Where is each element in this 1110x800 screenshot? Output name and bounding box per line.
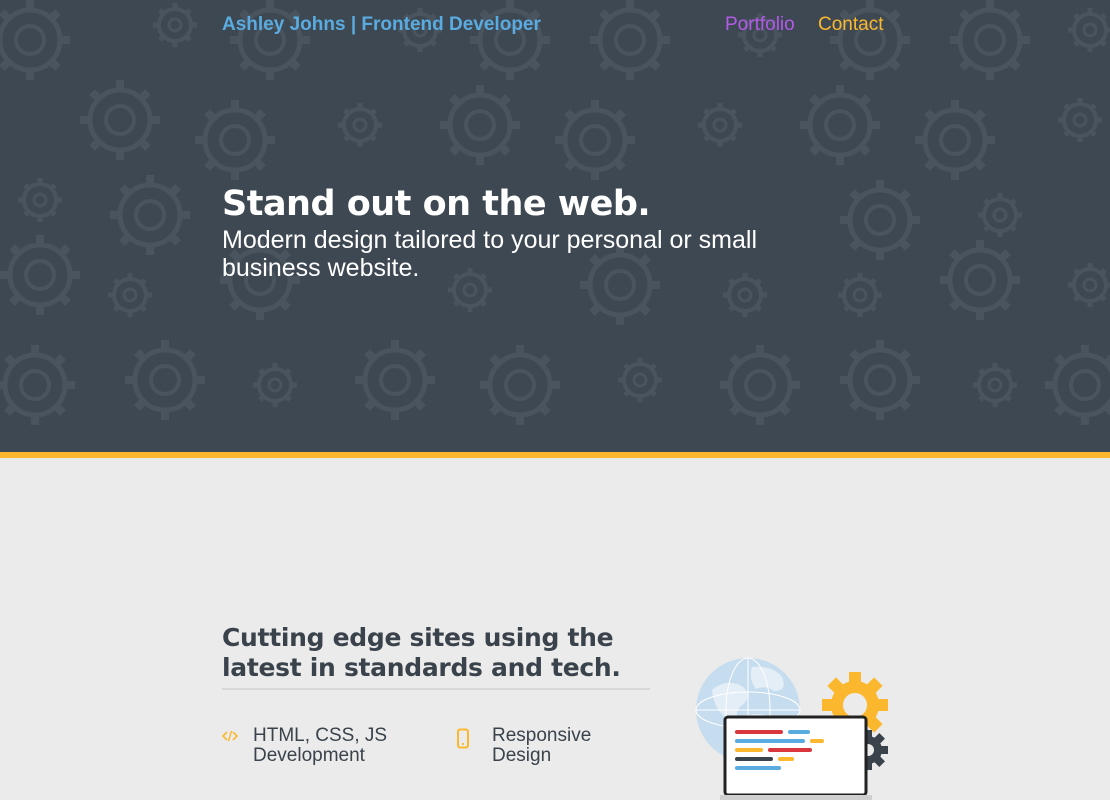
gear-pattern-icon xyxy=(18,178,62,222)
nav-portfolio-link[interactable]: Portfolio xyxy=(725,14,795,36)
gear-pattern-icon xyxy=(440,85,520,165)
gear-pattern-icon xyxy=(720,345,800,425)
mobile-icon xyxy=(457,728,469,749)
gear-pattern-icon xyxy=(800,85,880,165)
gear-pattern-icon xyxy=(950,0,1030,80)
gear-pattern-icon xyxy=(915,100,995,180)
gear-pattern-icon xyxy=(355,340,435,420)
gear-pattern-icon xyxy=(470,0,550,80)
gear-pattern-icon xyxy=(940,240,1020,320)
gear-pattern-icon xyxy=(253,363,297,407)
gear-pattern-icon xyxy=(0,0,70,80)
hero-section: Ashley Johns | Frontend Developer Portfo… xyxy=(0,0,1110,452)
gear-pattern-icon xyxy=(480,345,560,425)
gear-pattern-icon xyxy=(153,3,197,47)
gear-pattern-icon xyxy=(978,193,1022,237)
web-development-illustration xyxy=(695,657,888,800)
gear-pattern-icon xyxy=(838,273,882,317)
section-divider xyxy=(222,688,650,690)
services-section-title: Cutting edge sites using the latest in s… xyxy=(222,623,621,682)
hero-subtitle: Modern design tailored to your personal … xyxy=(222,226,757,282)
nav-contact-link[interactable]: Contact xyxy=(818,14,883,36)
gear-pattern-icon xyxy=(80,80,160,160)
gear-pattern-icon xyxy=(618,358,662,402)
gear-pattern-icon xyxy=(973,363,1017,407)
gear-pattern-icon xyxy=(1068,8,1110,52)
gear-pattern-icon xyxy=(1045,345,1110,425)
gear-pattern-icon xyxy=(0,235,80,315)
feature-label-responsive: Responsive Design xyxy=(492,725,592,766)
gear-pattern-icon xyxy=(125,340,205,420)
gear-pattern-icon xyxy=(555,100,635,180)
gear-pattern-icon xyxy=(830,0,910,80)
feature-label-development: HTML, CSS, JS Development xyxy=(253,725,388,766)
laptop-code-icon xyxy=(720,715,872,800)
gear-pattern-icon xyxy=(840,180,920,260)
gear-pattern-icon xyxy=(590,0,670,80)
gear-pattern-icon xyxy=(230,0,310,80)
gear-pattern-icon xyxy=(840,340,920,420)
gear-pattern-icon xyxy=(108,273,152,317)
gear-pattern-icon xyxy=(1058,98,1102,142)
code-icon xyxy=(222,730,238,742)
gear-pattern-icon xyxy=(698,103,742,147)
hero-title: Stand out on the web. xyxy=(222,184,651,224)
brand-link[interactable]: Ashley Johns | Frontend Developer xyxy=(222,14,541,36)
gear-pattern-icon xyxy=(110,175,190,255)
gear-pattern-icon xyxy=(338,103,382,147)
gear-pattern-icon xyxy=(195,100,275,180)
gear-pattern-icon xyxy=(0,345,75,425)
gear-pattern-icon xyxy=(1068,263,1110,307)
